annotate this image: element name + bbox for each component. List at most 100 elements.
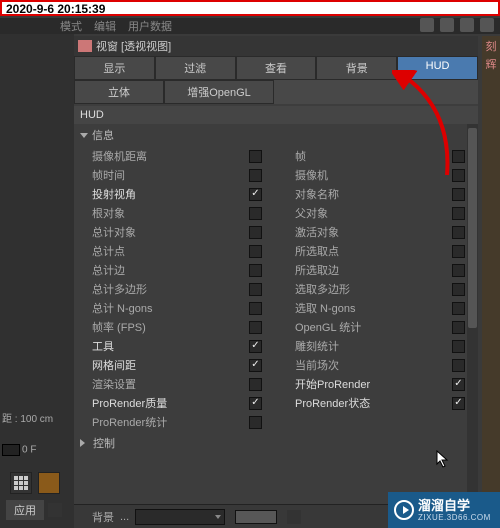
- prop-label: 总计多边形: [92, 281, 249, 297]
- prop-label: 投射视角: [92, 186, 249, 202]
- tab-background[interactable]: 背景: [316, 56, 397, 80]
- timestamp-text: 2020-9-6 20:15:39: [6, 2, 105, 16]
- left-icon-row: [10, 472, 60, 494]
- panel-title-text: 视窗 [透视视图]: [96, 38, 171, 54]
- bg-dropdown[interactable]: [135, 509, 225, 525]
- prop-label: 根对象: [92, 205, 249, 221]
- toolbar-icon[interactable]: [440, 18, 454, 32]
- prop-label: 当前场次: [295, 357, 452, 373]
- checkbox[interactable]: [452, 321, 465, 334]
- menu-edit[interactable]: 编辑: [94, 18, 116, 34]
- grid-icon[interactable]: [10, 472, 32, 494]
- checkbox[interactable]: [452, 264, 465, 277]
- layout-icon[interactable]: [38, 472, 60, 494]
- prop-label: 工具: [92, 338, 249, 354]
- prop-label: 雕刻统计: [295, 338, 452, 354]
- prop-label: 网格间距: [92, 357, 249, 373]
- checkbox[interactable]: [249, 416, 262, 429]
- section-hud: HUD: [74, 106, 478, 124]
- toolbar-icon[interactable]: [480, 18, 494, 32]
- bg-label: 背景: [92, 509, 114, 525]
- menu-mode[interactable]: 模式: [60, 18, 82, 34]
- tab-stereo[interactable]: 立体: [74, 80, 164, 104]
- scrollbar[interactable]: ▾: [467, 124, 478, 504]
- tabs-row-1: 显示 过滤 查看 背景 HUD: [74, 56, 478, 80]
- checkbox[interactable]: [452, 245, 465, 258]
- checkbox[interactable]: [249, 378, 262, 391]
- tab-filter[interactable]: 过滤: [155, 56, 236, 80]
- checkbox[interactable]: [452, 169, 465, 182]
- play-icon: [394, 500, 414, 520]
- checkbox[interactable]: [249, 150, 262, 163]
- color-swatch[interactable]: [235, 510, 277, 524]
- checkbox[interactable]: [249, 397, 262, 410]
- distance-readout: 距 : 100 cm: [2, 410, 53, 425]
- prop-label: 渲染设置: [92, 376, 249, 392]
- frame-input[interactable]: [2, 444, 20, 456]
- checkbox[interactable]: [249, 188, 262, 201]
- watermark-url: ZIXUE.3D66.COM: [418, 513, 491, 522]
- color-picker-icon[interactable]: [287, 510, 301, 524]
- tab-enhanced-opengl[interactable]: 增强OpenGL: [164, 80, 274, 104]
- tab-hud[interactable]: HUD: [397, 56, 478, 80]
- checkbox[interactable]: [452, 226, 465, 239]
- prop-label: ProRender质量: [92, 395, 249, 411]
- menu-userdata[interactable]: 用户数据: [128, 18, 172, 34]
- watermark: 溜溜自学 ZIXUE.3D66.COM: [388, 492, 500, 528]
- checkbox[interactable]: [249, 302, 262, 315]
- chevron-down-icon: [215, 515, 221, 519]
- checkbox[interactable]: [452, 188, 465, 201]
- group-control[interactable]: 控制: [74, 432, 478, 454]
- prop-label: 帧时间: [92, 167, 249, 183]
- toolbar-icon[interactable]: [420, 18, 434, 32]
- prop-label: 所选取点: [295, 243, 452, 259]
- attribute-panel: 视窗 [透视视图] 显示 过滤 查看 背景 HUD 立体 增强OpenGL HU…: [74, 36, 478, 528]
- checkbox[interactable]: [249, 340, 262, 353]
- toolbar-icons: [420, 18, 494, 32]
- left-bottom-row: 应用: [6, 500, 62, 520]
- prop-label: 摄像机: [295, 167, 452, 183]
- dock-label[interactable]: 刻: [482, 36, 500, 54]
- checkbox[interactable]: [452, 340, 465, 353]
- prop-label: 总计边: [92, 262, 249, 278]
- prop-label: ProRender状态: [295, 395, 452, 411]
- checkbox[interactable]: [452, 283, 465, 296]
- checkbox[interactable]: [452, 207, 465, 220]
- prop-label: 对象名称: [295, 186, 452, 202]
- prop-label: 所选取边: [295, 262, 452, 278]
- checkbox[interactable]: [249, 264, 262, 277]
- prop-label: 摄像机距离: [92, 148, 249, 164]
- checkbox[interactable]: [249, 169, 262, 182]
- scrollbar-thumb[interactable]: [468, 128, 477, 328]
- checkbox[interactable]: [249, 359, 262, 372]
- checkbox[interactable]: [452, 378, 465, 391]
- toolbar-icon[interactable]: [460, 18, 474, 32]
- timestamp-bar: 2020-9-6 20:15:39: [0, 0, 500, 16]
- tabs-row-2: 立体 增强OpenGL: [74, 80, 478, 104]
- checkbox[interactable]: [452, 397, 465, 410]
- apply-button[interactable]: 应用: [6, 500, 44, 520]
- checkbox[interactable]: [452, 302, 465, 315]
- checkbox[interactable]: [249, 226, 262, 239]
- group-info[interactable]: 信息: [74, 124, 478, 146]
- checkbox[interactable]: [249, 207, 262, 220]
- tab-display[interactable]: 显示: [74, 56, 155, 80]
- prop-label: 选取 N-gons: [295, 300, 452, 316]
- right-dock: 刻 辉: [482, 36, 500, 528]
- dock-label[interactable]: 辉: [482, 54, 500, 72]
- properties-area: 信息 摄像机距离帧帧时间摄像机投射视角对象名称根对象父对象总计对象激活对象总计点…: [74, 124, 478, 504]
- checkbox[interactable]: [249, 245, 262, 258]
- checkbox[interactable]: [249, 283, 262, 296]
- prop-label: 总计点: [92, 243, 249, 259]
- frame-readout: 0 F: [2, 444, 36, 456]
- checkbox[interactable]: [249, 321, 262, 334]
- checkbox[interactable]: [452, 359, 465, 372]
- prop-label: 总计 N-gons: [92, 300, 249, 316]
- tab-view[interactable]: 查看: [236, 56, 317, 80]
- watermark-brand: 溜溜自学: [418, 498, 470, 513]
- panel-titlebar: 视窗 [透视视图]: [74, 36, 478, 56]
- square-icon[interactable]: [48, 503, 62, 517]
- checkbox[interactable]: [452, 150, 465, 163]
- prop-label: 帧率 (FPS): [92, 319, 249, 335]
- prop-label: 选取多边形: [295, 281, 452, 297]
